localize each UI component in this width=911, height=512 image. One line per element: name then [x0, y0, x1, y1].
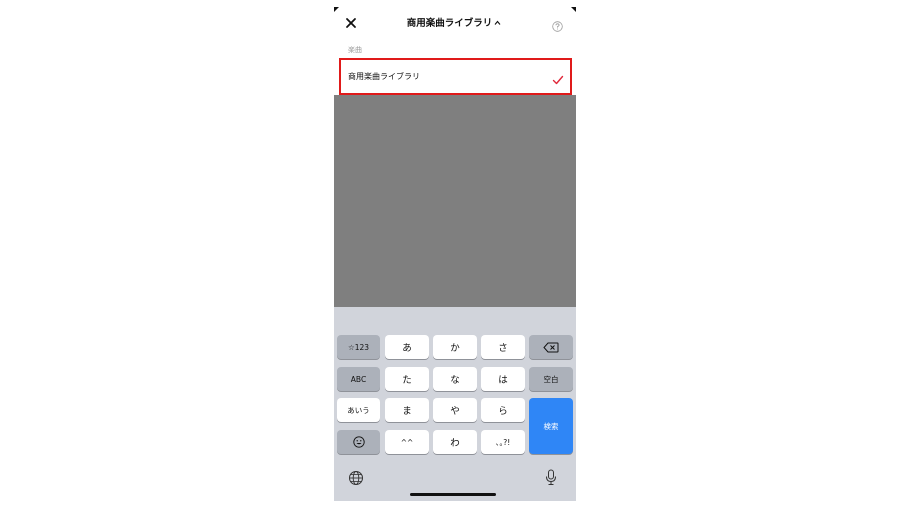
corner-mark — [571, 7, 576, 12]
key-a[interactable]: あ — [385, 335, 429, 359]
japanese-keyboard: ☆123 あ か さ ABC た な は 空白 あいう ま や ら 検索 ^^ … — [334, 307, 576, 501]
globe-icon — [349, 471, 363, 485]
key-wa[interactable]: わ — [433, 430, 477, 454]
close-icon — [346, 18, 356, 28]
microphone-icon — [546, 469, 556, 485]
key-ya[interactable]: や — [433, 398, 477, 422]
search-key[interactable]: 検索 — [529, 398, 573, 454]
key-kana[interactable]: あいう — [337, 398, 380, 422]
dimmed-overlay[interactable] — [334, 95, 576, 307]
close-button[interactable] — [343, 15, 359, 31]
page-title-dropdown[interactable]: 商用楽曲ライブラリ — [394, 16, 514, 32]
key-ka[interactable]: か — [433, 335, 477, 359]
emoji-icon — [352, 436, 365, 448]
phone-screen: 商用楽曲ライブラリ 楽曲 商用楽曲ライブラリ ☆123 あ か さ ABC た … — [334, 7, 576, 501]
globe-key[interactable] — [348, 470, 364, 486]
header: 商用楽曲ライブラリ — [334, 7, 576, 43]
backspace-icon — [543, 342, 559, 352]
key-abc[interactable]: ABC — [337, 367, 380, 391]
key-ta[interactable]: た — [385, 367, 429, 391]
question-circle-icon — [552, 21, 563, 32]
help-button[interactable] — [552, 17, 563, 32]
dictation-key[interactable] — [545, 469, 557, 487]
emoji-key[interactable] — [337, 430, 380, 454]
section-label: 楽曲 — [348, 46, 362, 54]
chevron-up-icon — [494, 16, 501, 32]
list-item-label: 商用楽曲ライブラリ — [348, 72, 420, 81]
page-title: 商用楽曲ライブラリ — [406, 18, 493, 29]
key-punctuation[interactable]: ､｡?! — [481, 430, 525, 454]
list-item-commercial-music-library[interactable]: 商用楽曲ライブラリ — [340, 60, 572, 94]
key-ha[interactable]: は — [481, 367, 525, 391]
corner-mark — [334, 7, 339, 12]
home-indicator — [410, 493, 496, 496]
backspace-key[interactable] — [529, 335, 573, 359]
key-sa[interactable]: さ — [481, 335, 525, 359]
key-ma[interactable]: ま — [385, 398, 429, 422]
key-numbers[interactable]: ☆123 — [337, 335, 380, 359]
key-ra[interactable]: ら — [481, 398, 525, 422]
key-na[interactable]: な — [433, 367, 477, 391]
key-kaomoji[interactable]: ^^ — [385, 430, 429, 454]
checkmark-icon — [552, 71, 564, 85]
key-space[interactable]: 空白 — [529, 367, 573, 391]
